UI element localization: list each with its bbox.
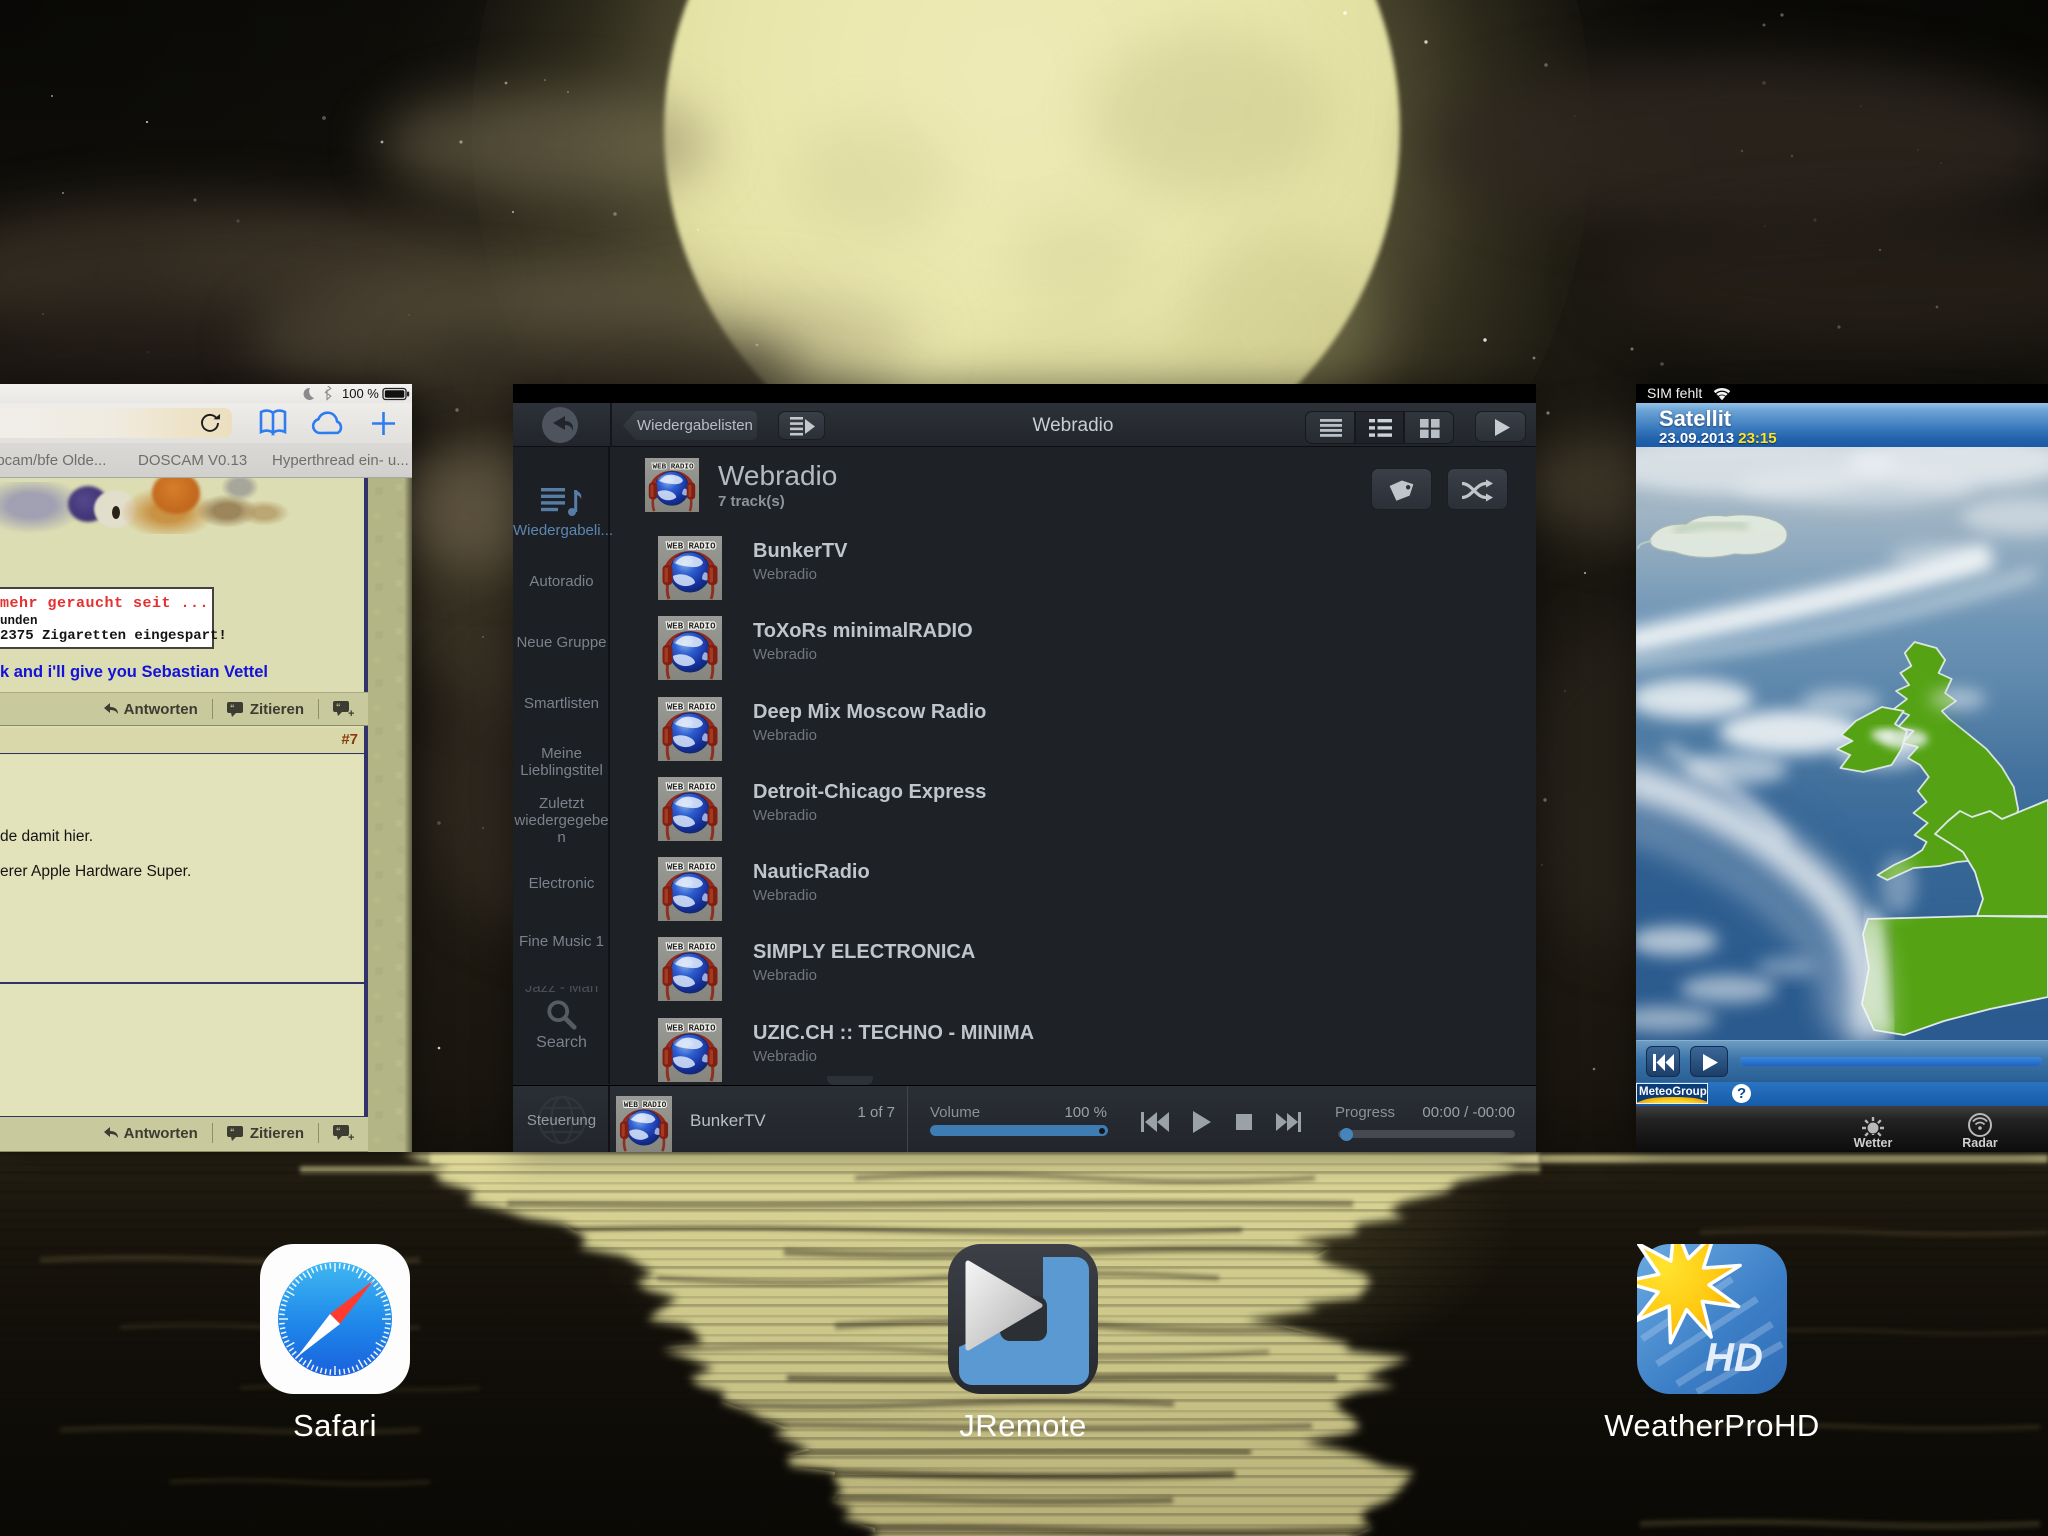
- svg-text:+: +: [348, 1132, 354, 1142]
- svg-text:HD: HD: [1705, 1336, 1763, 1380]
- svg-text:100 %: 100 %: [342, 386, 379, 401]
- svg-text:“: “: [230, 1127, 235, 1137]
- svg-text:“: “: [336, 702, 341, 712]
- svg-text:+: +: [348, 708, 354, 718]
- svg-text:“: “: [230, 703, 235, 713]
- svg-text:“: “: [336, 1126, 341, 1136]
